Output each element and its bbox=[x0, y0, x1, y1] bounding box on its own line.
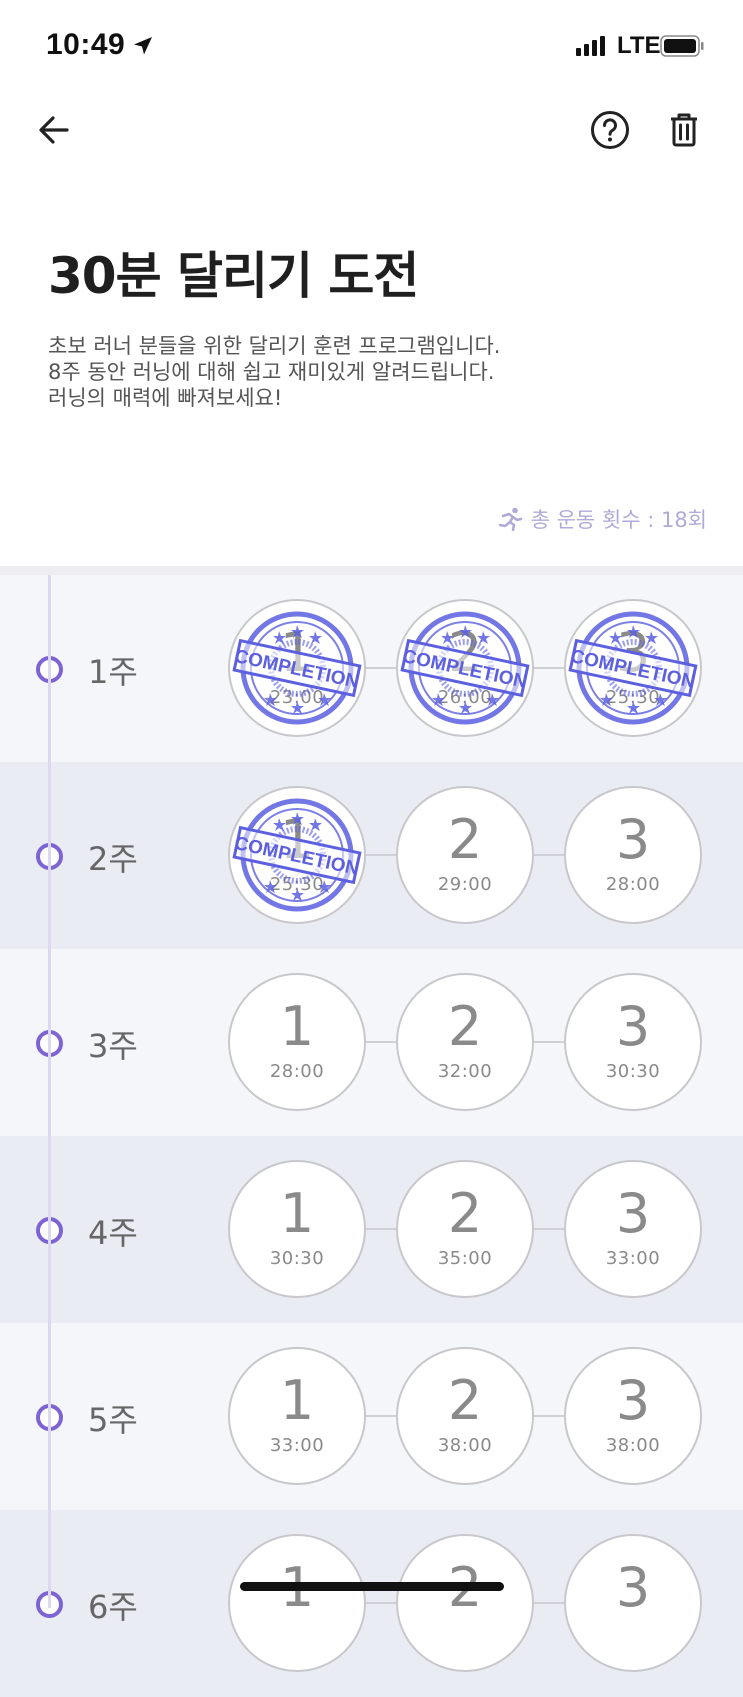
description-line: 8주 동안 러닝에 대해 쉽고 재미있게 알려드립니다. bbox=[48, 360, 495, 384]
session-number: 1 bbox=[279, 1182, 315, 1245]
session-connector bbox=[366, 1041, 396, 1043]
session-circle[interactable]: 3 38:00 bbox=[564, 1347, 702, 1485]
session-connector bbox=[534, 667, 564, 669]
session-number: 1 bbox=[279, 808, 315, 871]
week-label: 1주 bbox=[88, 653, 138, 691]
session-duration: 38:00 bbox=[605, 1435, 661, 1456]
network-type: LTE bbox=[617, 32, 661, 59]
week-row: 3주 1 28:00 2 32:00 3 30:30 bbox=[0, 949, 743, 1136]
battery-icon bbox=[660, 35, 704, 57]
week-row: 4주 1 30:30 2 35:00 3 33:00 bbox=[0, 1136, 743, 1323]
page-title: 30분 달리기 도전 bbox=[48, 247, 419, 305]
weeks-list: 1주 1 23:00 COMPLETION 2 26:00 COMPLETION… bbox=[0, 575, 743, 1697]
session-duration: 25:30 bbox=[605, 687, 661, 708]
session-circle[interactable]: 1 23:00 COMPLETION bbox=[228, 599, 366, 737]
program-description: 초보 러너 분들을 위한 달리기 훈련 프로그램입니다. 8주 동안 러닝에 대… bbox=[48, 333, 500, 411]
session-connector bbox=[366, 1228, 396, 1230]
session-duration: 30:30 bbox=[605, 1061, 661, 1082]
week-row: 6주 1 2 3 bbox=[0, 1510, 743, 1697]
session-number: 3 bbox=[615, 1369, 651, 1432]
session-circle[interactable]: 2 bbox=[396, 1534, 534, 1672]
session-number: 1 bbox=[279, 1369, 315, 1432]
session-connector bbox=[366, 854, 396, 856]
session-circle[interactable]: 2 32:00 bbox=[396, 973, 534, 1111]
session-circle[interactable]: 3 bbox=[564, 1534, 702, 1672]
session-circle[interactable]: 3 25:30 COMPLETION bbox=[564, 599, 702, 737]
session-duration: 30:30 bbox=[269, 1248, 325, 1269]
session-number: 2 bbox=[447, 808, 483, 871]
week-row: 2주 1 25:30 COMPLETION 2 29:00 3 28:00 bbox=[0, 762, 743, 949]
session-duration: 33:00 bbox=[605, 1248, 661, 1269]
status-time: 10:49 bbox=[46, 28, 126, 61]
delete-button[interactable] bbox=[660, 106, 708, 154]
session-number: 1 bbox=[279, 621, 315, 684]
back-button[interactable] bbox=[30, 106, 78, 154]
session-number: 3 bbox=[615, 808, 651, 871]
week-label: 6주 bbox=[88, 1588, 138, 1626]
session-circle[interactable]: 1 30:30 bbox=[228, 1160, 366, 1298]
status-bar: 10:49 LTE bbox=[0, 0, 743, 94]
timeline-line bbox=[48, 575, 51, 1608]
total-workouts-label: 총 운동 횟수 : 18회 bbox=[530, 508, 707, 532]
session-duration: 23:00 bbox=[269, 687, 325, 708]
session-connector bbox=[366, 667, 396, 669]
description-line: 러닝의 매력에 빠져보세요! bbox=[48, 386, 283, 410]
session-connector bbox=[366, 1415, 396, 1417]
week-row: 1주 1 23:00 COMPLETION 2 26:00 COMPLETION… bbox=[0, 575, 743, 762]
session-circle[interactable]: 1 bbox=[228, 1534, 366, 1672]
session-duration: 25:30 bbox=[269, 874, 325, 895]
session-number: 1 bbox=[279, 995, 315, 1058]
session-connector bbox=[534, 1602, 564, 1604]
week-label: 4주 bbox=[88, 1214, 138, 1252]
question-circle-icon bbox=[591, 111, 629, 149]
session-duration: 28:00 bbox=[605, 874, 661, 895]
session-circle[interactable]: 3 28:00 bbox=[564, 786, 702, 924]
nav-bar bbox=[0, 94, 743, 184]
location-arrow-icon bbox=[134, 37, 152, 55]
session-circle[interactable]: 1 25:30 COMPLETION bbox=[228, 786, 366, 924]
session-circle[interactable]: 2 38:00 bbox=[396, 1347, 534, 1485]
total-workouts: 총 운동 횟수 : 18회 bbox=[497, 504, 707, 534]
session-connector bbox=[366, 1602, 396, 1604]
session-connector bbox=[534, 1228, 564, 1230]
session-connector bbox=[534, 1041, 564, 1043]
running-person-icon bbox=[498, 507, 522, 531]
session-duration: 33:00 bbox=[269, 1435, 325, 1456]
session-connector bbox=[534, 854, 564, 856]
home-indicator bbox=[240, 1582, 504, 1591]
session-circle[interactable]: 1 28:00 bbox=[228, 973, 366, 1111]
week-label: 5주 bbox=[88, 1401, 138, 1439]
session-number: 2 bbox=[447, 995, 483, 1058]
session-number: 3 bbox=[615, 1182, 651, 1245]
session-circle[interactable]: 2 35:00 bbox=[396, 1160, 534, 1298]
session-circle[interactable]: 1 33:00 bbox=[228, 1347, 366, 1485]
week-label: 2주 bbox=[88, 840, 138, 878]
session-number: 2 bbox=[447, 1182, 483, 1245]
week-row: 5주 1 33:00 2 38:00 3 38:00 bbox=[0, 1323, 743, 1510]
session-circle[interactable]: 2 26:00 COMPLETION bbox=[396, 599, 534, 737]
section-divider bbox=[0, 566, 743, 575]
session-duration: 35:00 bbox=[437, 1248, 493, 1269]
trash-icon bbox=[671, 113, 697, 147]
description-line: 초보 러너 분들을 위한 달리기 훈련 프로그램입니다. bbox=[48, 334, 501, 358]
session-duration: 29:00 bbox=[437, 874, 493, 895]
session-circle[interactable]: 3 30:30 bbox=[564, 973, 702, 1111]
session-duration: 32:00 bbox=[437, 1061, 493, 1082]
session-number: 3 bbox=[615, 995, 651, 1058]
session-connector bbox=[534, 1415, 564, 1417]
arrow-left-icon bbox=[39, 116, 69, 144]
help-button[interactable] bbox=[586, 106, 634, 154]
session-number: 3 bbox=[615, 621, 651, 684]
session-number: 3 bbox=[615, 1556, 651, 1619]
week-label: 3주 bbox=[88, 1027, 138, 1065]
session-circle[interactable]: 3 33:00 bbox=[564, 1160, 702, 1298]
session-duration: 38:00 bbox=[437, 1435, 493, 1456]
signal-icon bbox=[576, 36, 605, 56]
session-duration: 26:00 bbox=[437, 687, 493, 708]
session-circle[interactable]: 2 29:00 bbox=[396, 786, 534, 924]
session-number: 2 bbox=[447, 621, 483, 684]
session-duration: 28:00 bbox=[269, 1061, 325, 1082]
session-number: 2 bbox=[447, 1369, 483, 1432]
